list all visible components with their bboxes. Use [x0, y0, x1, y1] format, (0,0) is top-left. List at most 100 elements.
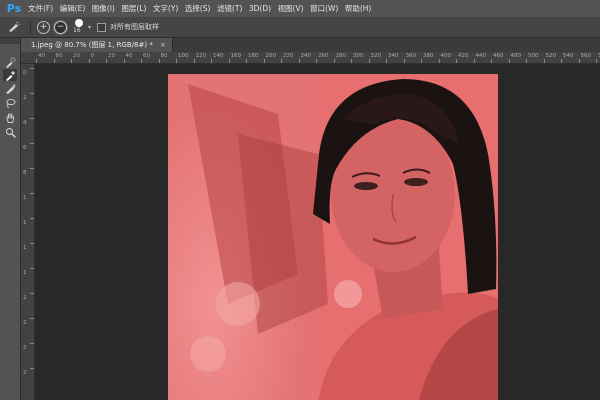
ruler-tick: [30, 143, 34, 144]
menu-window[interactable]: 窗口(W): [310, 3, 338, 14]
ruler-tick-label: 2: [23, 295, 27, 301]
ruler-tick-label: 180: [248, 53, 259, 59]
ruler-tick-label: 380: [423, 53, 434, 59]
horizontal-ruler[interactable]: 40 60 20 0 20 40 60 80 100 120 140 160 180 200 220 240 2…: [34, 52, 600, 64]
ruler-tick: [30, 93, 34, 94]
canvas-area[interactable]: [35, 64, 600, 400]
ruler-tick: [228, 59, 230, 63]
ruler-tick-label: 1: [23, 220, 27, 226]
brush-picker[interactable]: 16: [73, 19, 87, 35]
zoom-icon[interactable]: [3, 126, 17, 138]
ruler-tick: [438, 59, 440, 63]
menu-help[interactable]: 帮助(H): [345, 3, 372, 14]
ruler-tick: [158, 59, 160, 63]
brush-tip-icon: [75, 19, 83, 27]
ruler-tick-label: 2: [23, 95, 27, 101]
menu-filter[interactable]: 滤镜(T): [217, 3, 242, 14]
ruler-tick: [526, 59, 527, 63]
quick-selection-brush-icon[interactable]: [4, 19, 24, 35]
ruler-tick: [403, 59, 405, 63]
menu-image[interactable]: 图像(I): [92, 3, 115, 14]
lasso-icon[interactable]: [3, 97, 17, 109]
menu-3d[interactable]: 3D(D): [249, 4, 271, 13]
ruler-tick-label: 80: [160, 53, 168, 59]
ruler-tick-label: 520: [545, 53, 557, 59]
ruler-tick: [263, 59, 265, 63]
ruler-tick-label: 40: [125, 53, 133, 59]
ruler-tick-label: 460: [493, 53, 504, 59]
ruler-tick: [30, 243, 34, 244]
ruler-tick: [30, 68, 34, 69]
ruler-tick: [491, 59, 492, 63]
ruler-tick: [578, 59, 580, 63]
ruler-tick: [333, 59, 335, 63]
ruler-tick: [281, 59, 282, 63]
ruler-tick-label: 560: [580, 53, 592, 59]
quick-selection-icon[interactable]: [3, 56, 17, 68]
ruler-tick: [316, 59, 317, 63]
menu-view[interactable]: 视图(V): [278, 3, 304, 14]
menu-type[interactable]: 文字(Y): [153, 3, 178, 14]
menu-layer[interactable]: 图层(L): [121, 3, 146, 14]
vertical-ruler[interactable]: 0 2 4 6 8 1 1 1 1 2 2 2 2: [21, 64, 35, 400]
ruler-tick-label: 300: [353, 53, 364, 59]
brush-plus-icon[interactable]: [3, 69, 17, 81]
ruler-tick: [351, 59, 352, 63]
photoshop-logo: Ps: [6, 2, 22, 15]
ruler-tick-label: 500: [528, 53, 539, 59]
add-to-selection-button[interactable]: +: [37, 20, 50, 34]
ruler-tick: [246, 59, 247, 63]
ruler-tick: [30, 168, 34, 169]
ruler-tick-label: 280: [335, 53, 347, 59]
ruler-tick: [473, 59, 475, 63]
ruler-tick-label: 220: [283, 53, 294, 59]
ruler-tick: [123, 59, 125, 63]
ruler-tick: [298, 59, 300, 63]
ruler-tick: [141, 59, 142, 63]
ruler-tick: [30, 218, 34, 219]
ruler-tick: [456, 59, 457, 63]
ruler-tick-label: 480: [510, 53, 522, 59]
ruler-tick: [30, 193, 34, 194]
menu-select[interactable]: 选择(S): [185, 3, 211, 14]
menu-bar: Ps 文件(F) 编辑(E) 图像(I) 图层(L) 文字(Y) 选择(S) 滤…: [0, 0, 600, 17]
menu-edit[interactable]: 编辑(E): [60, 3, 86, 14]
ruler-tick-label: 400: [440, 53, 452, 59]
ruler-tick-label: 1: [23, 195, 27, 201]
ruler-tick: [71, 59, 72, 63]
brush-tool-icon[interactable]: [3, 82, 17, 94]
document-tab[interactable]: 1.jpeg @ 80.7% (图层 1, RGB/8#) * ×: [21, 38, 173, 52]
ruler-tick: [596, 59, 597, 63]
ruler-tick: [193, 59, 195, 63]
ruler-tick: [368, 59, 370, 63]
brush-dropdown-icon[interactable]: ▾: [88, 24, 91, 31]
document-image[interactable]: [168, 74, 498, 400]
ruler-tick: [211, 59, 212, 63]
close-icon[interactable]: ×: [160, 41, 166, 49]
ruler-tick-label: 140: [213, 53, 224, 59]
ruler-tick-label: 2: [23, 320, 27, 326]
hand-icon[interactable]: [3, 111, 17, 123]
ruler-tick-label: 540: [563, 53, 574, 59]
ruler-tick-label: 2: [23, 345, 27, 351]
ruler-tick: [36, 59, 37, 63]
ruler-origin[interactable]: [21, 52, 35, 64]
ruler-tick: [30, 118, 34, 119]
tool-panel-grip[interactable]: [0, 38, 20, 44]
ruler-tick-label: 20: [108, 53, 115, 59]
sample-all-layers-label: 对所有图层取样: [110, 23, 160, 31]
menu-file[interactable]: 文件(F): [28, 3, 53, 14]
ruler-tick: [543, 59, 545, 63]
sample-all-layers-checkbox[interactable]: [97, 22, 107, 32]
ruler-tick-label: 20: [73, 53, 80, 59]
ruler-tick-label: 1: [23, 245, 27, 251]
ruler-tick-label: 40: [38, 53, 45, 59]
ruler-tick-label: 260: [318, 53, 329, 59]
ruler-tick: [30, 293, 34, 294]
subtract-from-selection-button[interactable]: −: [53, 19, 68, 35]
ruler-tick-label: 240: [300, 53, 312, 59]
ruler-tick-label: 200: [265, 53, 277, 59]
ruler-tick: [386, 59, 387, 63]
ruler-tick-label: 60: [55, 53, 63, 59]
document-tab-label: 1.jpeg @ 80.7% (图层 1, RGB/8#) *: [31, 41, 153, 49]
